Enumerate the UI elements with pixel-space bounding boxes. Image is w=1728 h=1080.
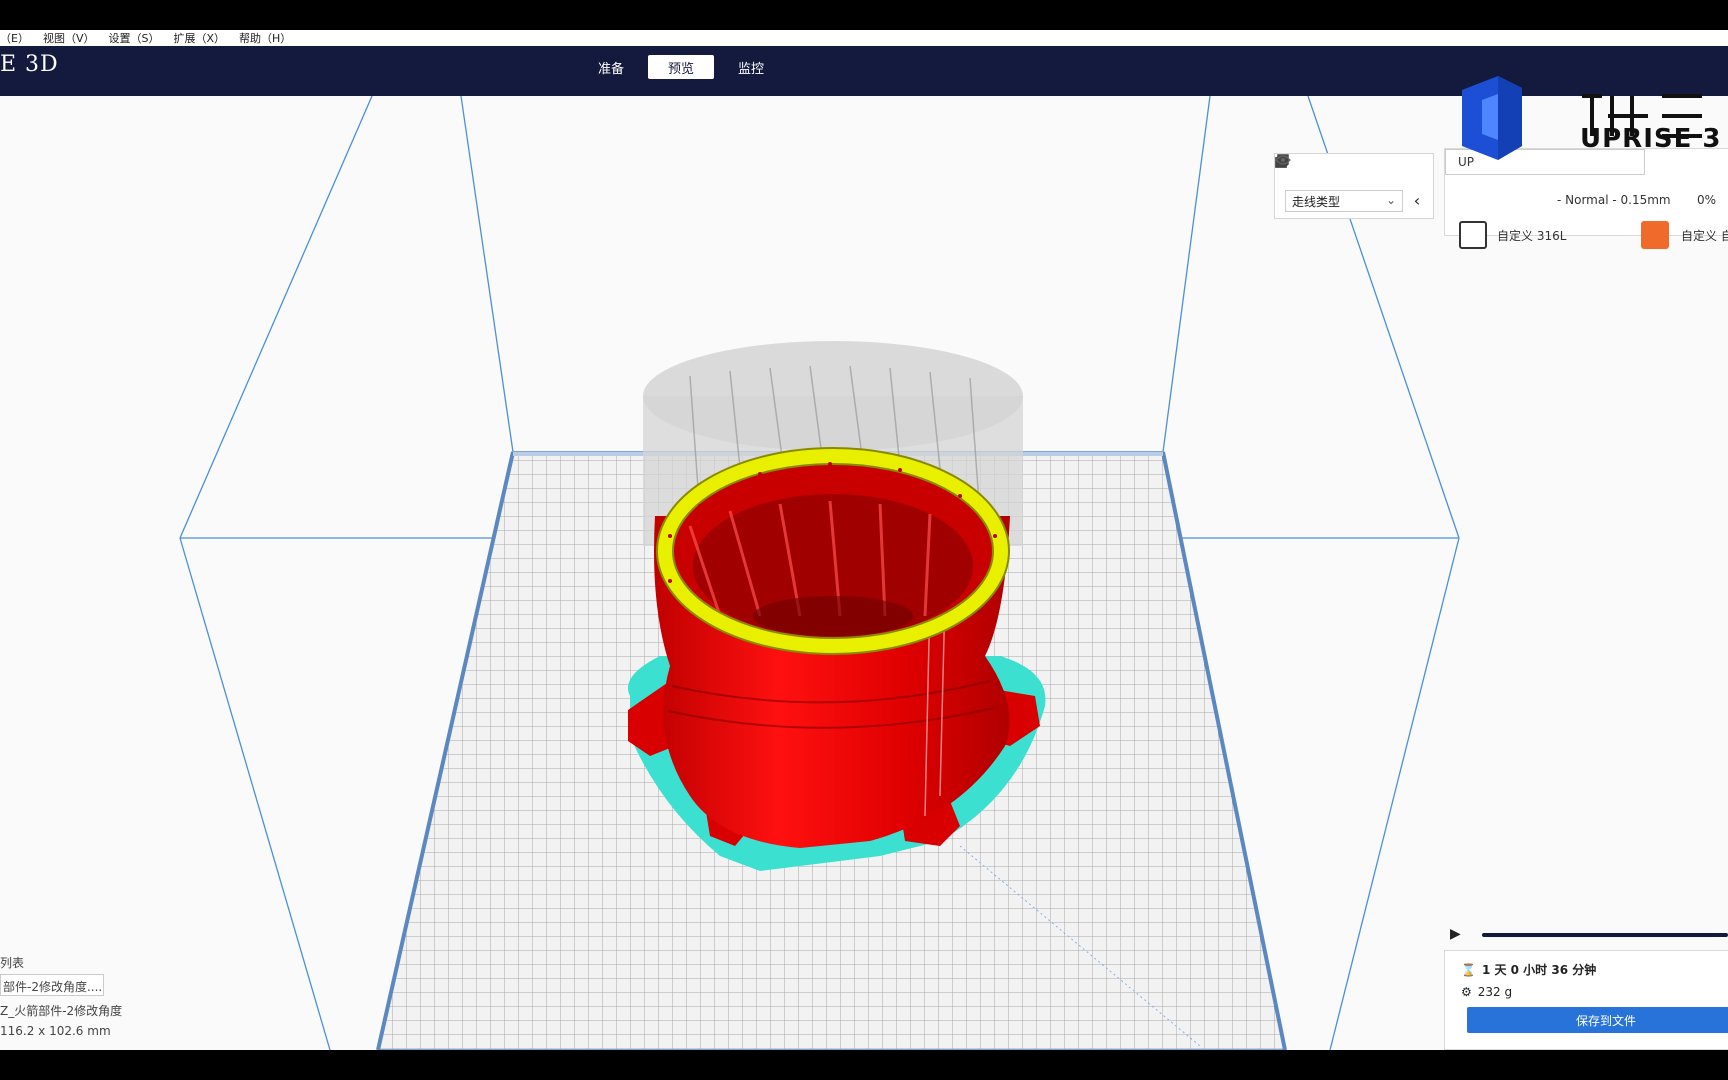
- view-right-icon[interactable]: [1275, 156, 1405, 180]
- print-time: 1 天 0 小时 36 分钟: [1481, 963, 1597, 977]
- tab-preview[interactable]: 预览: [648, 55, 714, 79]
- menu-view[interactable]: 视图（V）: [43, 30, 95, 46]
- color-scheme-select[interactable]: 走线类型 ⌄: [1285, 190, 1403, 212]
- color-scheme-value: 走线类型: [1292, 194, 1341, 209]
- logo-text: UPRISE 3: [1580, 124, 1722, 154]
- layer-slider-track[interactable]: [1482, 933, 1728, 937]
- material-weight: 232 g: [1477, 985, 1513, 999]
- chevron-left-icon[interactable]: ‹: [1409, 190, 1425, 210]
- save-to-file-button[interactable]: 保存到文件: [1467, 1007, 1728, 1033]
- material-weight-row: ⚙ 232 g: [1461, 985, 1512, 999]
- material-2-label[interactable]: 自定义 自: [1681, 227, 1728, 244]
- xray-eye-icon[interactable]: [1275, 155, 1430, 180]
- chevron-down-icon: ⌄: [1385, 193, 1396, 207]
- view-top-icon[interactable]: [1275, 155, 1355, 180]
- tab-monitor[interactable]: 监控: [718, 55, 784, 79]
- print-estimate-panel: ⌛ 1 天 0 小时 36 分钟 ⚙ 232 g 保存到文件: [1444, 950, 1728, 1050]
- stage-tabs: 准备 预览 监控: [578, 55, 784, 79]
- print-time-row: ⌛ 1 天 0 小时 36 分钟: [1461, 961, 1596, 978]
- menu-extensions[interactable]: 扩展（X）: [173, 30, 225, 46]
- material-1-label[interactable]: 自定义 316L: [1497, 227, 1566, 244]
- spool-icon: ⚙: [1461, 985, 1472, 999]
- object-selector[interactable]: 部件-2修改角度....: [0, 974, 104, 996]
- object-dimensions: 116.2 x 102.6 mm: [0, 1024, 111, 1038]
- menu-settings[interactable]: 设置（S）: [108, 30, 159, 46]
- extruder-1-icon[interactable]: [1459, 221, 1487, 249]
- menu-bar: （E） 视图（V） 设置（S） 扩展（X） 帮助（H）: [0, 30, 1728, 46]
- object-name: Z_火箭部件-2修改角度: [0, 1004, 123, 1018]
- view-panel: 走线类型 ⌄ ‹: [1274, 153, 1434, 219]
- view-3d-icon[interactable]: [1276, 155, 1305, 180]
- view-front-icon[interactable]: [1276, 155, 1330, 180]
- layer-slider[interactable]: ▶: [1450, 922, 1728, 946]
- tab-prepare[interactable]: 准备: [578, 55, 644, 79]
- object-list-title[interactable]: 列表: [0, 954, 24, 971]
- infill-value[interactable]: 0%: [1697, 193, 1716, 207]
- hourglass-icon: ⌛: [1461, 962, 1476, 977]
- play-icon[interactable]: ▶: [1450, 926, 1461, 942]
- app-window: （E） 视图（V） 设置（S） 扩展（X） 帮助（H） E 3D 准备 预览 监…: [0, 30, 1728, 1050]
- menu-edit[interactable]: （E）: [0, 30, 29, 46]
- menu-help[interactable]: 帮助（H）: [239, 30, 291, 46]
- 3d-viewport[interactable]: 走线类型 ⌄ ‹ UP - Normal - 0.15mm 0% 自定义 316…: [0, 76, 1728, 1050]
- app-brand: E 3D: [0, 52, 59, 77]
- extruder-2-icon[interactable]: [1641, 221, 1669, 249]
- quality-profile[interactable]: - Normal - 0.15mm: [1557, 193, 1671, 207]
- view-left-icon[interactable]: [1276, 154, 1380, 180]
